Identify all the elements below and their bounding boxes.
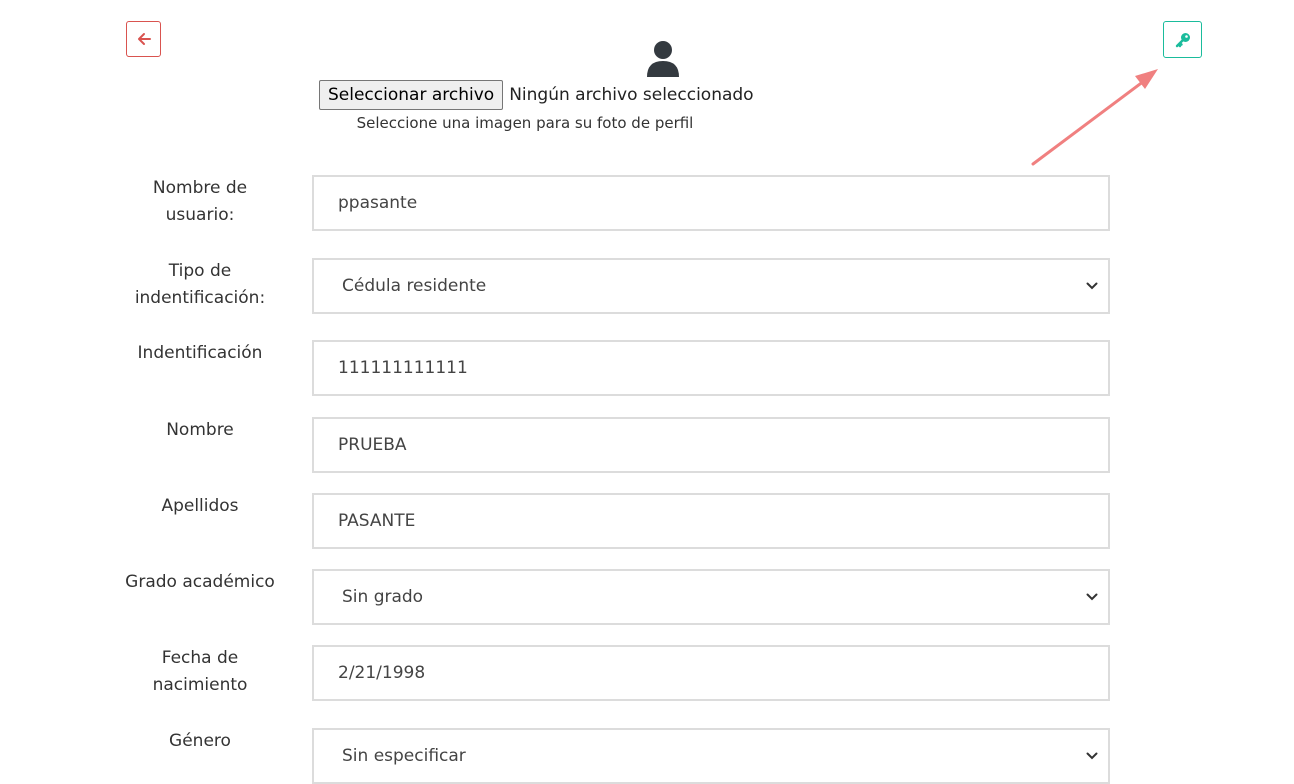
identification-label: Indentificación — [137, 343, 263, 363]
back-button[interactable] — [126, 21, 161, 57]
last-name-input[interactable]: PASANTE — [312, 493, 1110, 549]
id-type-label: Tipo de indentificación: — [134, 261, 266, 308]
user-icon — [647, 41, 679, 77]
chevron-down-icon — [1086, 593, 1098, 601]
degree-select[interactable]: Sin grado — [312, 569, 1110, 625]
arrow-left-icon — [137, 33, 151, 45]
id-type-value: Cédula residente — [342, 276, 487, 296]
gender-value: Sin especificar — [342, 746, 466, 766]
profile-photo-picker: Seleccionar archivo Ningún archivo selec… — [319, 79, 754, 111]
chevron-down-icon — [1086, 752, 1098, 760]
chevron-down-icon — [1086, 282, 1098, 290]
file-status-text: Ningún archivo seleccionado — [509, 85, 754, 105]
last-name-label: Apellidos — [161, 496, 239, 516]
gender-label: Género — [169, 731, 231, 751]
degree-value: Sin grado — [342, 587, 424, 607]
select-file-button[interactable]: Seleccionar archivo — [319, 80, 504, 110]
photo-hint: Seleccione una imagen para su foto de pe… — [356, 114, 694, 132]
gender-select[interactable]: Sin especificar — [312, 728, 1110, 784]
degree-label: Grado académico — [125, 572, 275, 592]
first-name-input[interactable]: PRUEBA — [312, 417, 1110, 473]
birth-date-input[interactable]: 2/21/1998 — [312, 645, 1110, 701]
username-input[interactable]: ppasante — [312, 175, 1110, 231]
key-icon — [1175, 32, 1190, 47]
first-name-label: Nombre — [166, 420, 234, 440]
change-password-button[interactable] — [1163, 21, 1202, 58]
username-label: Nombre de usuario: — [152, 178, 248, 225]
id-type-select[interactable]: Cédula residente — [312, 258, 1110, 314]
birth-date-label: Fecha de nacimiento — [152, 648, 248, 695]
identification-input[interactable]: 111111111111 — [312, 340, 1110, 396]
